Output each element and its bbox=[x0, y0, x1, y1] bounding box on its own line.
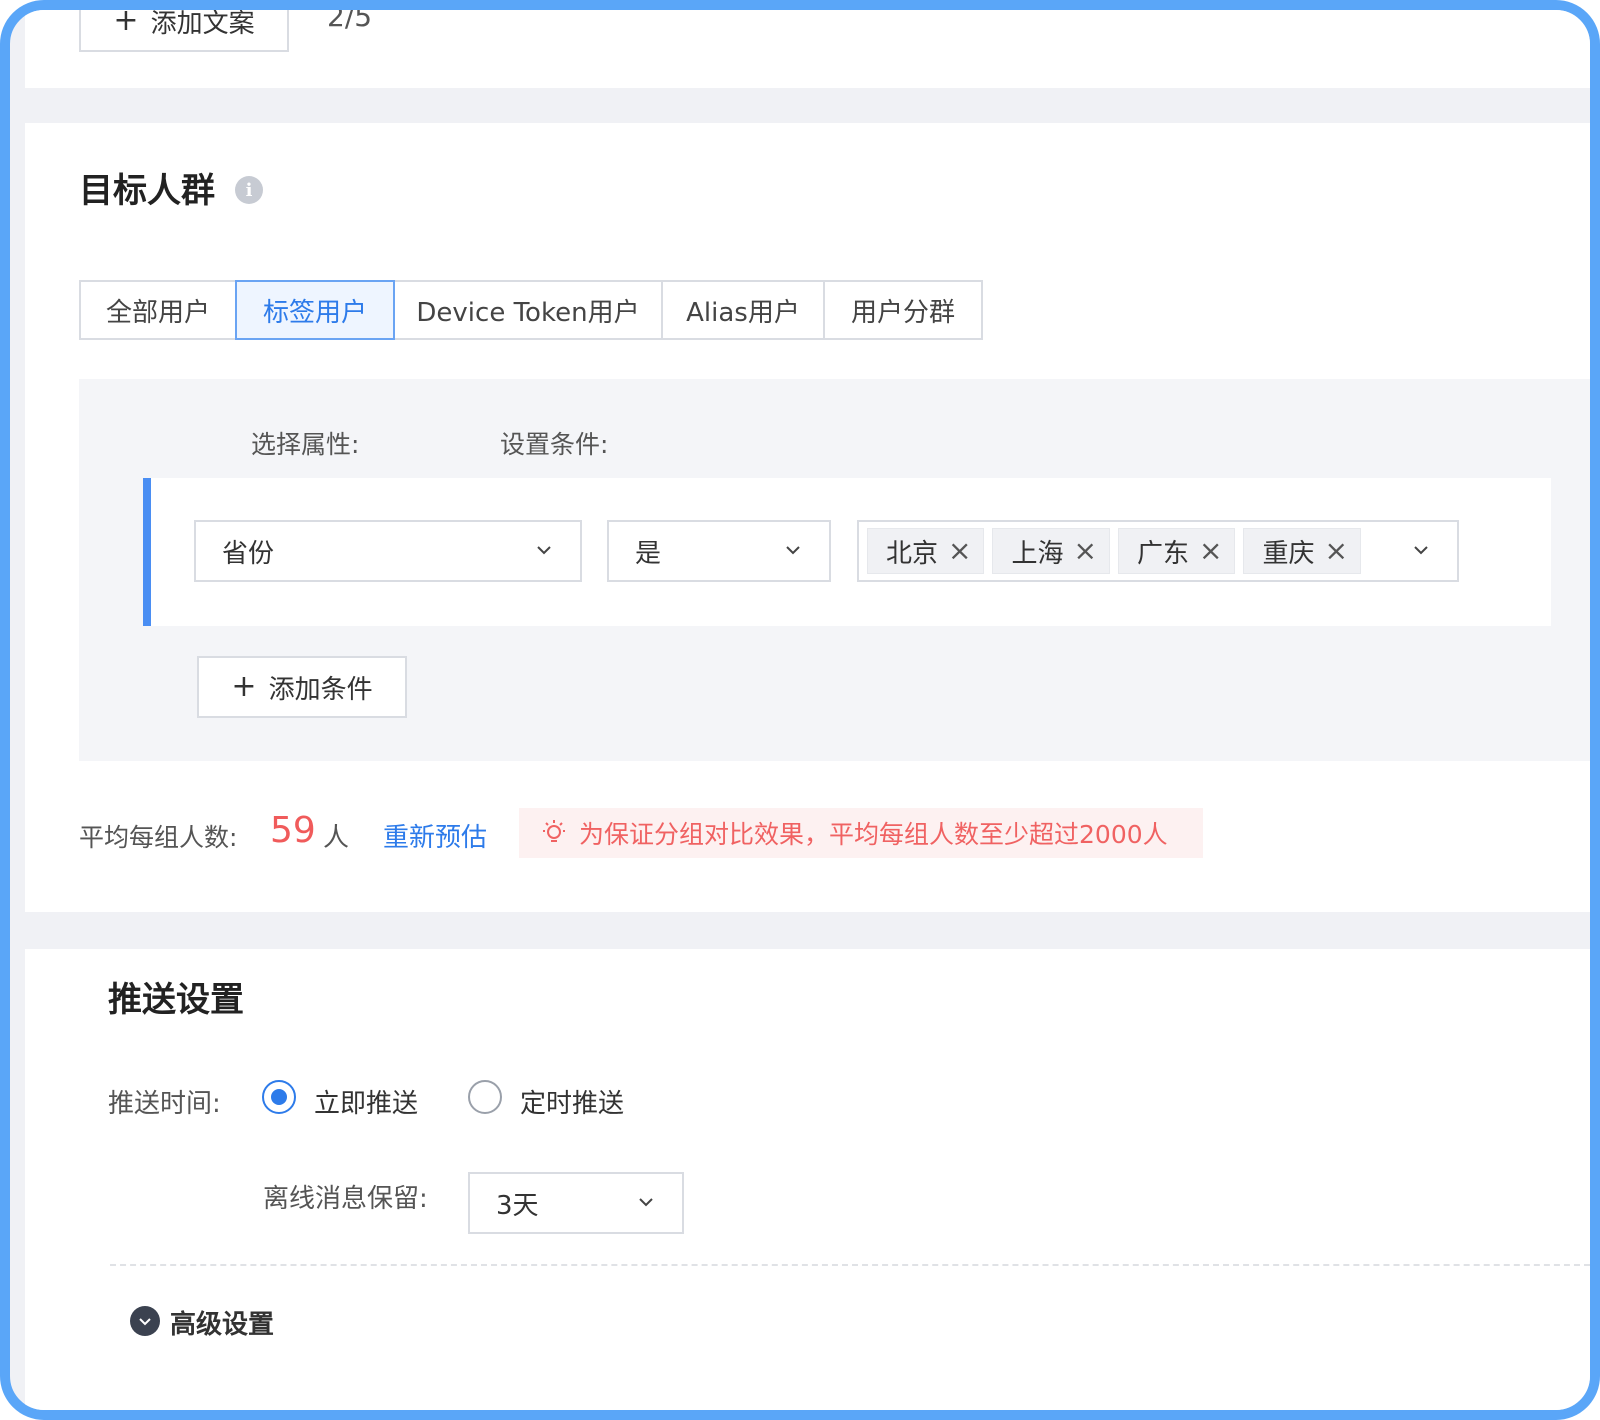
operator-select[interactable]: 是 bbox=[607, 520, 831, 582]
avg-group-value: 59 bbox=[270, 810, 316, 851]
radio-immediate[interactable] bbox=[262, 1080, 296, 1114]
push-time-label: 推送时间: bbox=[108, 1089, 221, 1119]
info-icon[interactable]: i bbox=[235, 176, 263, 204]
divider bbox=[110, 1264, 1590, 1266]
target-audience-card: 目标人群 i 全部用户 标签用户 Device Token用户 Alias用户 … bbox=[25, 123, 1590, 912]
avg-group-unit: 人 bbox=[323, 823, 350, 853]
copy-count: 2/5 bbox=[327, 0, 373, 33]
offline-retention-value: 3天 bbox=[496, 1190, 539, 1221]
copy-card: + 添加文案 2/5 bbox=[25, 10, 1590, 88]
plus-icon: + bbox=[231, 669, 257, 704]
section-title-target: 目标人群 bbox=[79, 171, 215, 211]
radio-scheduled[interactable] bbox=[468, 1080, 502, 1114]
close-icon[interactable]: × bbox=[948, 537, 971, 565]
attribute-select[interactable]: 省份 bbox=[194, 520, 582, 582]
radio-scheduled-label[interactable]: 定时推送 bbox=[520, 1083, 624, 1120]
window-frame: + 添加文案 2/5 目标人群 i 全部用户 标签用户 Device Token… bbox=[0, 0, 1600, 1420]
offline-retention-select[interactable]: 3天 bbox=[468, 1172, 684, 1234]
close-icon[interactable]: × bbox=[1324, 537, 1347, 565]
advanced-settings-toggle[interactable]: 高级设置 bbox=[170, 1304, 274, 1341]
audience-tabs: 全部用户 标签用户 Device Token用户 Alias用户 用户分群 bbox=[79, 280, 983, 340]
push-settings-card bbox=[25, 949, 1590, 1410]
add-condition-label: 添加条件 bbox=[268, 674, 373, 705]
tag-guangdong: 广东 × bbox=[1117, 528, 1236, 574]
close-icon[interactable]: × bbox=[1074, 537, 1097, 565]
tab-device-token-users[interactable]: Device Token用户 bbox=[393, 280, 663, 340]
avg-group-label: 平均每组人数: bbox=[79, 823, 238, 852]
operator-value: 是 bbox=[635, 538, 662, 569]
lightbulb-icon bbox=[543, 820, 565, 842]
tab-alias-users[interactable]: Alias用户 bbox=[661, 280, 825, 340]
add-copy-label: 添加文案 bbox=[150, 8, 255, 39]
add-copy-button[interactable]: + 添加文案 bbox=[79, 3, 289, 52]
select-attr-label: 选择属性: bbox=[251, 430, 360, 459]
values-multiselect[interactable]: 北京 × 上海 × 广东 × 重庆 × bbox=[857, 520, 1459, 582]
tag-chongqing: 重庆 × bbox=[1243, 528, 1361, 574]
chevron-down-circle-icon[interactable] bbox=[130, 1306, 160, 1336]
re-estimate-link[interactable]: 重新预估 bbox=[383, 817, 487, 854]
tab-user-segments[interactable]: 用户分群 bbox=[823, 280, 983, 340]
tab-tag-users[interactable]: 标签用户 bbox=[235, 280, 395, 340]
tag-beijing: 北京 × bbox=[867, 528, 985, 574]
tab-all-users[interactable]: 全部用户 bbox=[79, 280, 237, 340]
warning-text: 为保证分组对比效果，平均每组人数至少超过2000人 bbox=[579, 820, 1168, 849]
radio-immediate-label[interactable]: 立即推送 bbox=[314, 1083, 418, 1120]
tag-shanghai: 上海 × bbox=[992, 528, 1110, 574]
chevron-down-icon bbox=[786, 546, 800, 555]
set-condition-label: 设置条件: bbox=[500, 430, 609, 459]
chevron-down-icon bbox=[639, 1198, 653, 1207]
warning-banner: 为保证分组对比效果，平均每组人数至少超过2000人 bbox=[519, 808, 1203, 858]
offline-retention-label: 离线消息保留: bbox=[263, 1184, 428, 1214]
condition-row: 省份 是 北京 × 上海 × 广东 × 重庆 × bbox=[143, 478, 1551, 626]
chevron-down-icon bbox=[537, 546, 551, 555]
section-title-push: 推送设置 bbox=[108, 980, 244, 1020]
chevron-down-icon bbox=[1414, 546, 1428, 555]
add-condition-button[interactable]: + 添加条件 bbox=[197, 656, 407, 718]
close-icon[interactable]: × bbox=[1199, 537, 1222, 565]
attribute-value: 省份 bbox=[222, 538, 275, 569]
plus-icon: + bbox=[113, 3, 139, 38]
